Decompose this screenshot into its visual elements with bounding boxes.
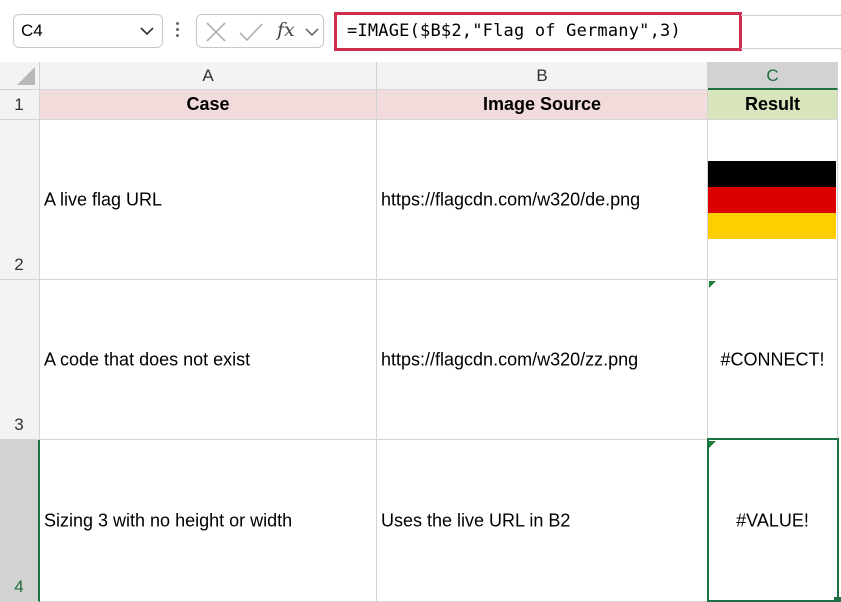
cell-text: #CONNECT! bbox=[720, 349, 825, 369]
formula-bar-border bbox=[741, 15, 841, 16]
cell-a4[interactable]: Sizing 3 with no height or width bbox=[40, 440, 377, 602]
cell-text: A code that does not exist bbox=[44, 349, 251, 369]
column-header-b[interactable]: B bbox=[377, 62, 708, 90]
formula-actions: fx bbox=[196, 14, 324, 48]
select-all-button[interactable] bbox=[0, 62, 40, 90]
cell-b4[interactable]: Uses the live URL in B2 bbox=[377, 440, 708, 602]
error-indicator-icon[interactable] bbox=[709, 281, 716, 288]
row-number: 4 bbox=[14, 577, 24, 596]
fill-handle[interactable] bbox=[834, 597, 841, 602]
cell-c3[interactable]: #CONNECT! bbox=[708, 280, 838, 440]
formula-bar: C4 fx =IMAGE($B$2,"Flag of Germany",3) bbox=[0, 0, 841, 62]
cell-b1[interactable]: Image Source bbox=[377, 90, 708, 120]
formula-input[interactable]: =IMAGE($B$2,"Flag of Germany",3) bbox=[334, 12, 742, 51]
column-header-a[interactable]: A bbox=[40, 62, 377, 90]
more-options-icon[interactable] bbox=[176, 22, 179, 40]
chevron-down-icon[interactable] bbox=[305, 27, 319, 37]
row-number: 3 bbox=[14, 415, 24, 434]
cell-text: Uses the live URL in B2 bbox=[381, 510, 571, 530]
row-header-1[interactable]: 1 bbox=[0, 90, 40, 120]
row-header-3[interactable]: 3 bbox=[0, 280, 40, 440]
cell-text: #VALUE! bbox=[736, 510, 809, 530]
cell-c4[interactable]: #VALUE! bbox=[708, 440, 838, 602]
cell-c1[interactable]: Result bbox=[708, 90, 838, 120]
row-header-2[interactable]: 2 bbox=[0, 120, 40, 280]
column-header-c[interactable]: C bbox=[708, 62, 838, 90]
row-number: 2 bbox=[14, 255, 24, 274]
cell-a2[interactable]: A live flag URL bbox=[40, 120, 377, 280]
cell-a3[interactable]: A code that does not exist bbox=[40, 280, 377, 440]
cell-text: Sizing 3 with no height or width bbox=[44, 510, 293, 530]
chevron-down-icon[interactable] bbox=[140, 26, 154, 36]
row-number: 1 bbox=[14, 95, 24, 114]
insert-function-button[interactable]: fx bbox=[277, 19, 295, 41]
cancel-icon[interactable] bbox=[205, 22, 227, 42]
cell-c2[interactable] bbox=[708, 120, 838, 280]
germany-flag-image bbox=[708, 161, 836, 239]
cell-text: https://flagcdn.com/w320/zz.png bbox=[381, 349, 639, 369]
error-indicator-icon[interactable] bbox=[709, 441, 716, 448]
cell-text: https://flagcdn.com/w320/de.png bbox=[381, 189, 641, 209]
formula-text: =IMAGE($B$2,"Flag of Germany",3) bbox=[347, 21, 681, 41]
cell-b3[interactable]: https://flagcdn.com/w320/zz.png bbox=[377, 280, 708, 440]
cell-b2[interactable]: https://flagcdn.com/w320/de.png bbox=[377, 120, 708, 280]
cell-text: A live flag URL bbox=[44, 189, 163, 209]
cell-a1[interactable]: Case bbox=[40, 90, 377, 120]
enter-check-icon[interactable] bbox=[238, 22, 264, 42]
formula-bar-border bbox=[741, 48, 841, 49]
name-box[interactable]: C4 bbox=[13, 14, 163, 48]
row-header-4[interactable]: 4 bbox=[0, 440, 40, 602]
name-box-value: C4 bbox=[21, 21, 43, 40]
